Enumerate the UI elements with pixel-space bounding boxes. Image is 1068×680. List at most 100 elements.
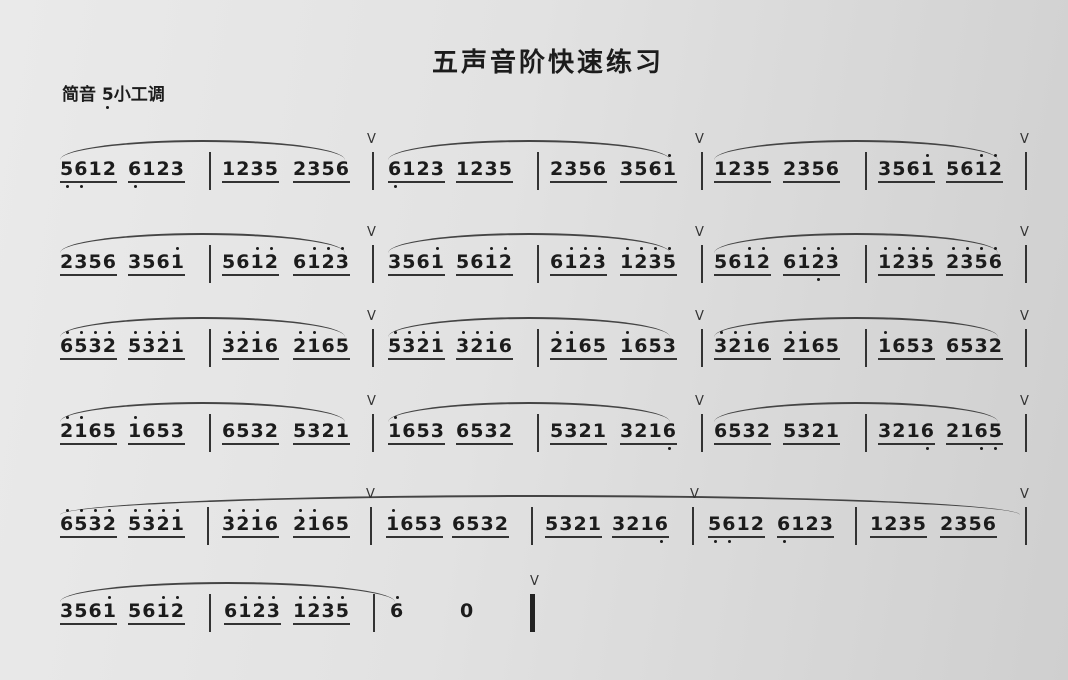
beam-underline xyxy=(550,443,607,445)
note: 6 xyxy=(906,158,921,180)
note: 5 xyxy=(783,420,798,442)
beam-underline xyxy=(620,443,677,445)
note-group: 2165 xyxy=(550,331,607,360)
note-group: 3216 xyxy=(878,420,935,450)
note: 5 xyxy=(128,331,143,357)
breath-mark: V xyxy=(695,132,704,147)
barline xyxy=(537,245,539,283)
key-suffix: 小工调 xyxy=(113,85,165,105)
beam-underline xyxy=(870,536,927,538)
note: 2 xyxy=(264,420,279,442)
note: 5 xyxy=(416,420,431,442)
note: 5 xyxy=(335,335,350,357)
note: 2 xyxy=(470,331,485,357)
note: 6 xyxy=(452,513,467,535)
note-group: 3561 xyxy=(60,596,117,625)
note: 3 xyxy=(222,509,237,535)
note: 2 xyxy=(170,596,185,622)
note: 3 xyxy=(954,513,969,535)
breath-mark: V xyxy=(1020,309,1029,324)
note: 1 xyxy=(386,509,401,535)
note: 3 xyxy=(878,420,893,442)
note-group: 1653 xyxy=(620,331,677,360)
note: 5 xyxy=(811,158,826,180)
note: 6 xyxy=(264,335,279,357)
beam-underline xyxy=(777,536,834,538)
note: 5 xyxy=(714,251,729,273)
note: 3 xyxy=(307,158,322,180)
barline xyxy=(1025,245,1027,283)
note: 3 xyxy=(920,335,935,357)
key-signature: 简音 5小工调 xyxy=(62,80,165,105)
note: 6 xyxy=(920,420,935,450)
note: 2 xyxy=(728,158,743,180)
note: 6 xyxy=(722,513,737,543)
note: 5 xyxy=(456,251,471,273)
score-row: V V V 6532 5321 3216 2165 1653 6532 5321 3216 5612 6… xyxy=(0,487,1068,585)
beam-underline xyxy=(128,274,185,276)
note: 3 xyxy=(898,513,913,535)
note: 6 xyxy=(74,158,89,188)
score-sheet: 五声音阶快速练习 简音 5小工调 V V V 5612 6123 1235 2356 6123… xyxy=(0,0,1068,680)
note: 6 xyxy=(550,251,565,273)
note: 2 xyxy=(156,158,171,180)
note-group: 2356 xyxy=(60,251,117,276)
note: 2 xyxy=(634,247,649,273)
note: 3 xyxy=(430,420,445,442)
beam-underline xyxy=(293,358,350,360)
note: 3 xyxy=(974,335,989,357)
note: 5 xyxy=(892,158,907,180)
note: 2 xyxy=(783,331,798,357)
note: 6 xyxy=(400,513,415,535)
note-group: 6123 xyxy=(550,247,607,276)
note: 1 xyxy=(825,420,840,442)
note: 5 xyxy=(335,596,350,622)
note: 1 xyxy=(142,158,157,180)
beam-underline xyxy=(388,181,445,183)
note: 5 xyxy=(414,513,429,535)
note: 3 xyxy=(60,600,75,622)
note: 3 xyxy=(307,420,322,442)
slur-arc xyxy=(60,582,395,602)
note: 3 xyxy=(906,247,921,273)
note: 5 xyxy=(74,600,89,622)
note: 3 xyxy=(128,251,143,273)
note-group: 3561 xyxy=(620,154,677,183)
beam-underline xyxy=(388,443,445,445)
note-group: 3216 xyxy=(222,331,279,360)
note: 3 xyxy=(714,331,729,357)
barline xyxy=(692,507,694,545)
note: 1 xyxy=(335,420,350,442)
note: 5 xyxy=(550,420,565,442)
note: 1 xyxy=(88,158,103,180)
note: 1 xyxy=(648,420,663,442)
note: 3 xyxy=(250,420,265,442)
note: 2 xyxy=(236,509,251,535)
note: 5 xyxy=(102,420,117,442)
note: 6 xyxy=(142,600,157,622)
note: 1 xyxy=(920,154,935,180)
note: 5 xyxy=(335,513,350,535)
beam-underline xyxy=(456,274,513,276)
note: 1 xyxy=(456,158,471,180)
note-group: 5612 xyxy=(946,154,1003,183)
note: 2 xyxy=(293,509,308,535)
note: 2 xyxy=(946,420,961,442)
note-group: 5321 xyxy=(128,509,185,538)
beam-underline xyxy=(612,536,669,538)
breath-mark: V xyxy=(367,132,376,147)
note: 2 xyxy=(892,247,907,273)
note: 3 xyxy=(388,251,403,273)
note: 3 xyxy=(825,247,840,273)
note: 1 xyxy=(906,420,921,442)
note: 3 xyxy=(170,158,185,180)
note: 2 xyxy=(750,513,765,535)
note-group: 5321 xyxy=(550,420,607,445)
note-group: 1235 xyxy=(878,247,935,276)
note: 2 xyxy=(728,331,743,357)
note: 2 xyxy=(307,596,322,622)
note: 1 xyxy=(791,513,806,535)
note: 5 xyxy=(825,335,840,357)
beam-underline xyxy=(783,181,840,183)
beam-underline xyxy=(714,181,771,183)
